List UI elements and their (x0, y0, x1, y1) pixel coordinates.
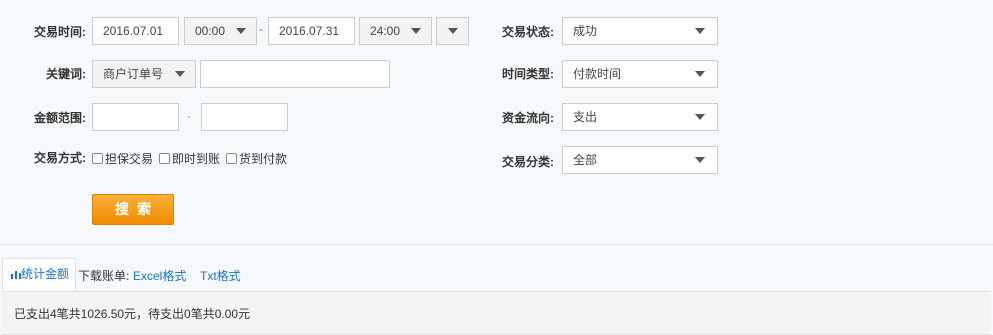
chevron-down-icon (175, 71, 185, 77)
time-type-label: 时间类型: (502, 67, 554, 81)
end-time-value: 24:00 (370, 24, 401, 38)
trade-category-select[interactable]: 全部 (562, 146, 718, 174)
trade-status-select[interactable]: 成功 (562, 17, 718, 45)
section-divider (0, 244, 993, 245)
date-preset-dropdown[interactable] (436, 17, 469, 45)
keyword-input[interactable] (200, 60, 390, 88)
time-type-select[interactable]: 付款时间 (562, 60, 718, 88)
time-type-value: 付款时间 (573, 67, 622, 81)
fund-flow-select[interactable]: 支出 (562, 103, 718, 131)
keyword-type-select[interactable]: 商户订单号 (92, 60, 196, 88)
chevron-down-icon (448, 28, 458, 34)
chevron-down-icon (236, 28, 246, 34)
bar-chart-icon (11, 271, 21, 279)
fund-flow-label: 资金流向: (502, 111, 554, 125)
amount-max-input[interactable] (201, 103, 288, 131)
chevron-down-icon (695, 71, 705, 77)
amount-range-label: 金额范围: (34, 111, 86, 125)
trade-category-label: 交易分类: (502, 155, 554, 169)
keyword-type-value: 商户订单号 (103, 67, 164, 81)
end-time-select[interactable]: 24:00 (359, 17, 432, 45)
method-escrow-checkbox[interactable]: 担保交易 (92, 150, 153, 167)
chevron-down-icon (695, 114, 705, 120)
method-cod-label: 货到付款 (239, 152, 288, 166)
chevron-down-icon (411, 28, 421, 34)
trade-status-label: 交易状态: (502, 25, 554, 39)
method-instant-label: 即时到账 (172, 152, 221, 166)
txt-download-link[interactable]: Txt格式 (200, 267, 241, 284)
end-date-input[interactable]: 2016.07.31 (268, 17, 355, 45)
trade-method-label: 交易方式: (34, 151, 86, 165)
method-cod-checkbox[interactable]: 货到付款 (226, 150, 287, 167)
method-instant-checkbox[interactable]: 即时到账 (159, 150, 220, 167)
summary-text: 已支出4笔共1026.50元，待支出0笔共0.00元 (14, 307, 251, 321)
start-time-value: 00:00 (195, 24, 226, 38)
checkbox-icon[interactable] (226, 153, 237, 164)
chevron-down-icon (695, 28, 705, 34)
download-bill-label: 下载账单: (78, 269, 130, 283)
start-time-select[interactable]: 00:00 (184, 17, 257, 45)
checkbox-icon[interactable] (92, 153, 103, 164)
tab-stats-amount-label: 统计金额 (21, 267, 70, 281)
tab-stats-amount[interactable]: 统计金额 (2, 258, 76, 292)
trade-status-value: 成功 (573, 24, 598, 38)
amount-range-separator: - (187, 109, 191, 123)
trade-category-value: 全部 (573, 153, 598, 167)
search-button[interactable]: 搜索 (92, 194, 174, 225)
summary-panel: 已支出4笔共1026.50元，待支出0笔共0.00元 (2, 291, 991, 335)
keyword-label: 关键词: (46, 67, 86, 81)
trade-time-label: 交易时间: (34, 25, 86, 39)
start-date-input[interactable]: 2016.07.01 (92, 17, 179, 45)
fund-flow-value: 支出 (573, 110, 598, 124)
checkbox-icon[interactable] (159, 153, 170, 164)
chevron-down-icon (695, 157, 705, 163)
date-range-separator: - (259, 22, 263, 36)
amount-min-input[interactable] (92, 103, 179, 131)
excel-download-link[interactable]: Excel格式 (133, 267, 186, 284)
method-escrow-label: 担保交易 (105, 152, 154, 166)
